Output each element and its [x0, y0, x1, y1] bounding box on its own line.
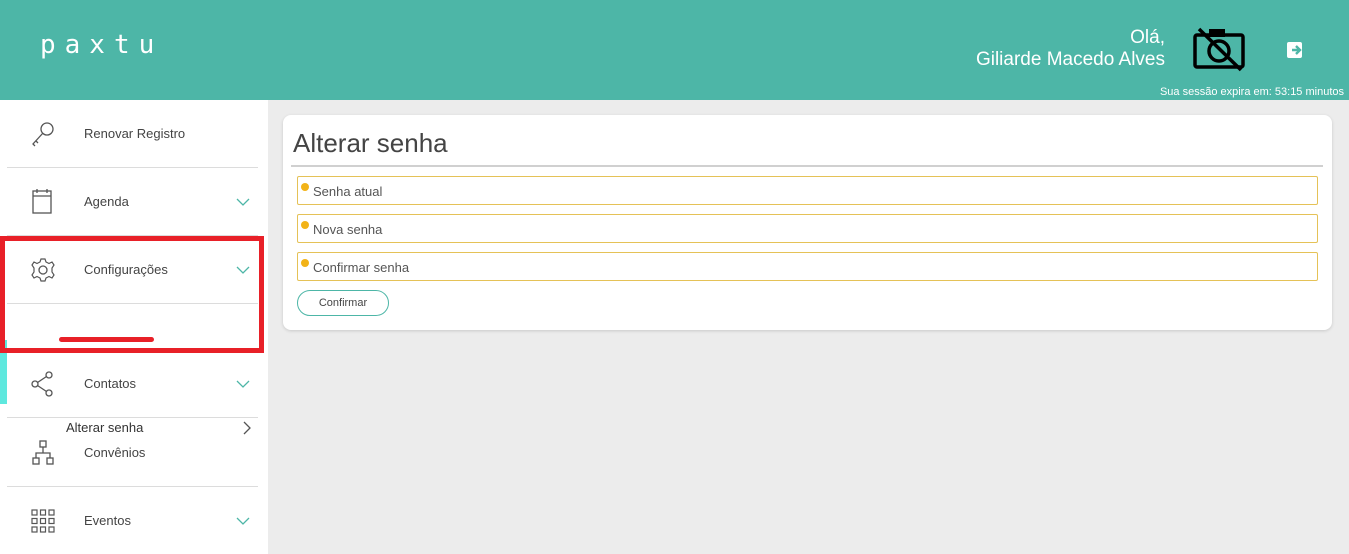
app-header: paxtu Olá, Giliarde Macedo Alves Sua ses…: [0, 0, 1349, 100]
chevron-down-icon: [236, 198, 250, 206]
grid-icon: [31, 509, 55, 533]
sidebar-item-label: Convênios: [84, 445, 146, 460]
new-password-field: [297, 214, 1318, 243]
logout-icon[interactable]: [1286, 40, 1306, 60]
share-icon: [31, 371, 53, 397]
camera-off-icon[interactable]: [1193, 26, 1245, 72]
confirm-password-input[interactable]: [313, 260, 1303, 275]
new-password-input[interactable]: [313, 222, 1303, 237]
sidebar-item-label: Contatos: [84, 376, 137, 391]
chevron-down-icon: [236, 517, 250, 525]
title-divider: [291, 165, 1323, 167]
sidebar-item-label: Agenda: [84, 194, 129, 209]
key-icon: [32, 122, 54, 147]
user-name: Giliarde Macedo Alves: [975, 49, 1165, 70]
current-password-field: [297, 176, 1318, 205]
sidebar-item-renovar-registro[interactable]: Renovar Registro: [7, 100, 258, 168]
highlight-box: [0, 236, 264, 353]
org-chart-icon: [32, 440, 54, 465]
chevron-down-icon: [236, 380, 250, 388]
sidebar-item-convenios[interactable]: Convênios: [7, 419, 258, 487]
warning-icon: [301, 259, 309, 267]
confirm-password-field: [297, 252, 1318, 281]
session-expiry-text: Sua sessão expira em: 53:15 minutos: [1159, 86, 1344, 98]
change-password-card: Alterar senha Confirmar: [283, 115, 1332, 330]
confirm-button[interactable]: Confirmar: [297, 290, 389, 316]
calendar-icon: [32, 189, 52, 214]
warning-icon: [301, 183, 309, 191]
sidebar-item-agenda[interactable]: Agenda: [7, 168, 258, 236]
app-logo[interactable]: paxtu: [40, 30, 163, 60]
greeting-text: Olá,: [1130, 27, 1165, 48]
sidebar-item-eventos[interactable]: Eventos: [7, 487, 258, 554]
highlight-underline: [59, 337, 154, 342]
sidebar-item-contatos[interactable]: Contatos: [7, 350, 258, 418]
sidebar-item-label: Eventos: [84, 513, 131, 528]
page-title: Alterar senha: [293, 128, 448, 158]
warning-icon: [301, 221, 309, 229]
user-greeting: Olá, Giliarde Macedo Alves: [976, 27, 1165, 71]
sidebar-item-label: Renovar Registro: [84, 126, 186, 141]
current-password-input[interactable]: [313, 184, 1303, 199]
